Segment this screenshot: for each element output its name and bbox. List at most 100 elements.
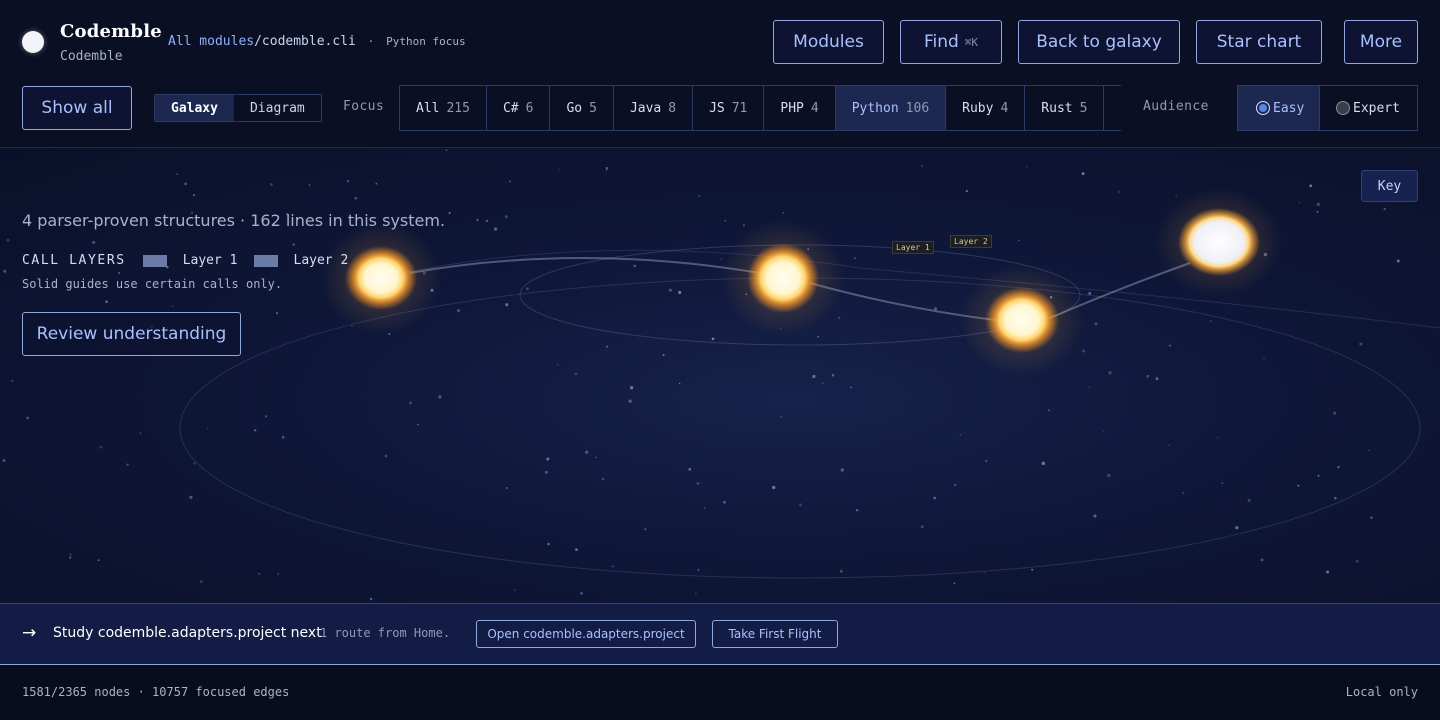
background-star xyxy=(1082,349,1086,353)
language-chip-js[interactable]: JS 71 xyxy=(693,86,765,130)
background-star xyxy=(696,482,700,485)
view-galaxy-tab[interactable]: Galaxy xyxy=(155,95,234,121)
background-star xyxy=(448,211,451,214)
star-node[interactable] xyxy=(960,264,1084,376)
background-star xyxy=(780,416,782,418)
background-star xyxy=(611,565,614,568)
background-star xyxy=(354,197,357,200)
find-button[interactable]: Find ⌘K xyxy=(900,20,1002,64)
key-button[interactable]: Key xyxy=(1361,170,1418,202)
audience-toggle: Easy Expert xyxy=(1237,85,1418,131)
background-star xyxy=(629,386,634,390)
background-star xyxy=(840,468,844,472)
background-star xyxy=(965,190,968,193)
take-first-flight-button[interactable]: Take First Flight xyxy=(712,620,838,648)
background-star xyxy=(628,399,632,403)
background-star xyxy=(1333,411,1337,415)
radio-selected-icon xyxy=(1256,101,1270,115)
star-node-selected[interactable] xyxy=(1155,188,1283,296)
view-mode-toggle: Galaxy Diagram xyxy=(154,94,322,122)
layer-1-label: Layer 1 xyxy=(182,253,238,268)
background-star xyxy=(117,271,121,275)
breadcrumb: All modules/codemble.cli · Python focus xyxy=(168,34,466,49)
background-star xyxy=(1359,342,1363,346)
background-star xyxy=(1041,461,1045,466)
modules-button[interactable]: Modules xyxy=(773,20,884,64)
star-node[interactable] xyxy=(321,222,441,334)
star-node[interactable] xyxy=(721,220,845,336)
background-star xyxy=(1333,496,1337,500)
breadcrumb-current: codemble.cli xyxy=(261,34,356,49)
layer-1-swatch xyxy=(142,254,167,267)
more-button[interactable]: More xyxy=(1344,20,1418,64)
background-star xyxy=(853,257,856,260)
background-star xyxy=(270,183,273,186)
background-star xyxy=(953,582,956,585)
background-star xyxy=(606,345,609,348)
show-all-button[interactable]: Show all xyxy=(22,86,132,130)
background-star xyxy=(1018,239,1020,242)
background-star xyxy=(97,559,100,562)
language-chip-rust[interactable]: Rust 5 xyxy=(1025,86,1105,130)
audience-easy-label: Easy xyxy=(1273,100,1305,116)
background-star xyxy=(505,303,509,307)
background-star xyxy=(26,416,29,420)
background-star xyxy=(1025,166,1028,168)
background-star xyxy=(547,542,550,546)
background-star xyxy=(509,180,512,183)
background-star xyxy=(959,434,962,436)
arrow-right-icon: → xyxy=(22,623,37,643)
language-chip-count: 71 xyxy=(731,100,748,116)
language-chip-csharp[interactable]: C# 6 xyxy=(487,86,551,130)
background-star xyxy=(6,238,10,242)
view-diagram-tab[interactable]: Diagram xyxy=(234,95,321,121)
background-star xyxy=(193,194,195,197)
layer-2-label: Layer 2 xyxy=(293,253,349,268)
background-star xyxy=(2,459,6,462)
background-star xyxy=(1383,208,1386,211)
background-star xyxy=(1370,516,1373,520)
background-star xyxy=(1263,358,1265,360)
background-star xyxy=(679,382,681,385)
background-star xyxy=(369,597,373,601)
background-star xyxy=(782,211,785,214)
language-chip-ruby[interactable]: Ruby 4 xyxy=(946,86,1026,130)
language-chip-java[interactable]: Java 8 xyxy=(614,86,694,130)
background-star xyxy=(276,312,278,315)
background-star xyxy=(812,374,816,379)
language-chip-count: 106 xyxy=(905,100,930,116)
background-star xyxy=(856,509,859,512)
audience-expert[interactable]: Expert xyxy=(1320,86,1400,130)
background-star xyxy=(176,173,178,175)
open-module-button[interactable]: Open codemble.adapters.project xyxy=(476,620,696,648)
breadcrumb-all-modules[interactable]: All modules xyxy=(168,34,254,49)
background-star xyxy=(668,288,672,292)
background-star xyxy=(1155,377,1159,381)
background-star xyxy=(1182,492,1185,494)
star-chart-button[interactable]: Star chart xyxy=(1196,20,1322,64)
background-star xyxy=(724,219,727,222)
background-star xyxy=(799,503,802,507)
breadcrumb-separator: / xyxy=(254,34,262,49)
background-star xyxy=(1326,570,1330,574)
background-star xyxy=(417,423,419,426)
background-star xyxy=(1247,498,1251,503)
language-chip-name: PHP xyxy=(780,100,804,116)
background-star xyxy=(1317,474,1320,477)
audience-easy[interactable]: Easy xyxy=(1238,86,1320,130)
language-chip-python[interactable]: Python 106 xyxy=(835,86,947,130)
background-star xyxy=(1169,344,1171,347)
background-star xyxy=(605,168,608,171)
language-chip-all[interactable]: All 215 xyxy=(400,86,487,130)
background-star xyxy=(1047,409,1050,412)
language-chip-go[interactable]: Go 5 xyxy=(550,86,614,130)
background-star xyxy=(1088,386,1091,389)
language-chip-php[interactable]: PHP 4 xyxy=(764,86,836,130)
route-info: 1 route from Home. xyxy=(320,626,451,640)
language-chip-count: 5 xyxy=(589,100,597,116)
review-understanding-button[interactable]: Review understanding xyxy=(22,312,241,356)
background-star xyxy=(476,218,479,222)
background-star xyxy=(985,459,988,463)
back-to-galaxy-button[interactable]: Back to galaxy xyxy=(1018,20,1180,64)
background-star xyxy=(1216,437,1219,439)
